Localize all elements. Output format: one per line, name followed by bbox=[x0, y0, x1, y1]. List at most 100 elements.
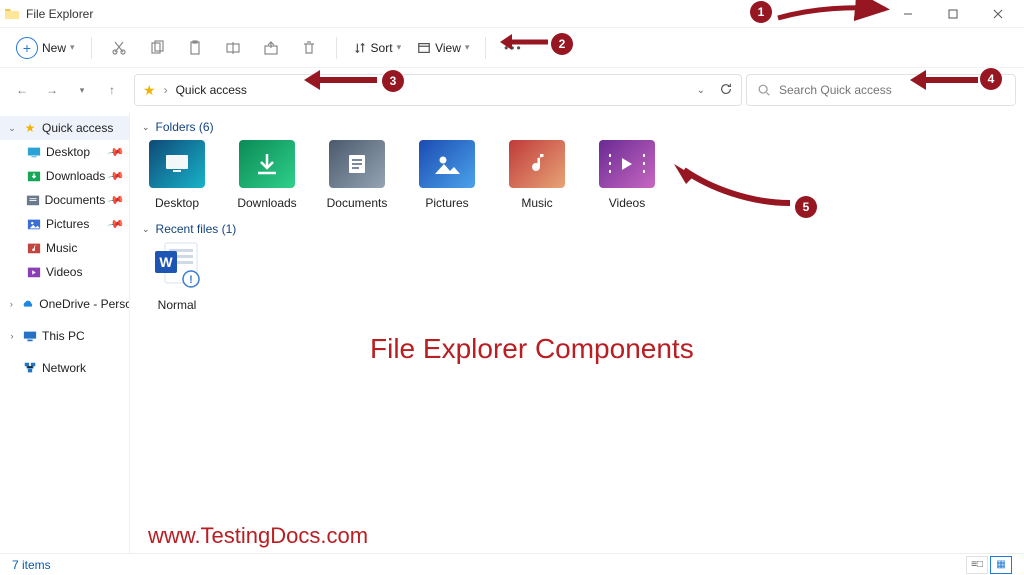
recent-chevron[interactable]: ▾ bbox=[68, 76, 96, 104]
breadcrumb[interactable]: Quick access bbox=[176, 83, 247, 97]
view-label: View bbox=[435, 41, 461, 55]
chevron-down-icon: ⌄ bbox=[142, 122, 150, 133]
large-icons-view-button[interactable]: ▦ bbox=[990, 556, 1012, 574]
videos-icon bbox=[26, 264, 42, 280]
navpane-quick-access[interactable]: ⌄ ★ Quick access bbox=[0, 116, 129, 140]
minimize-button[interactable] bbox=[885, 0, 930, 28]
annotation-watermark: www.TestingDocs.com bbox=[148, 523, 368, 549]
folders-grid: Desktop Downloads Documents Pictures bbox=[138, 140, 1016, 210]
navpane-pictures[interactable]: Pictures📌 bbox=[0, 212, 129, 236]
share-button[interactable] bbox=[254, 32, 288, 64]
navpane-item-label: Downloads bbox=[46, 169, 105, 183]
pictures-icon bbox=[419, 140, 475, 188]
status-text: 7 items bbox=[12, 558, 51, 572]
search-input[interactable] bbox=[779, 83, 1005, 97]
sort-label: Sort bbox=[371, 41, 393, 55]
group-header-folders[interactable]: ⌄ Folders (6) bbox=[142, 120, 1016, 134]
tile-label: Documents bbox=[327, 196, 388, 210]
refresh-button[interactable] bbox=[719, 82, 733, 99]
back-button[interactable]: ← bbox=[8, 76, 36, 104]
app-icon bbox=[4, 6, 20, 22]
word-doc-icon: W ! bbox=[149, 242, 205, 290]
maximize-button[interactable] bbox=[930, 0, 975, 28]
tile-label: Downloads bbox=[237, 196, 296, 210]
copy-button[interactable] bbox=[140, 32, 174, 64]
new-label: New bbox=[42, 41, 66, 55]
view-icon bbox=[417, 41, 431, 55]
sort-button[interactable]: Sort ▾ bbox=[347, 32, 408, 64]
chevron-down-icon: ▾ bbox=[70, 42, 75, 53]
address-bar[interactable]: ★ › Quick access ⌄ bbox=[134, 74, 742, 106]
group-title: Folders (6) bbox=[156, 120, 214, 134]
navpane-item-label: Desktop bbox=[46, 145, 90, 159]
tile-label: Videos bbox=[609, 196, 645, 210]
forward-button[interactable]: → bbox=[38, 76, 66, 104]
search-icon bbox=[757, 83, 771, 97]
details-view-button[interactable]: ≡□ bbox=[966, 556, 988, 574]
rename-button[interactable] bbox=[216, 32, 250, 64]
sort-icon bbox=[353, 41, 367, 55]
navpane-downloads[interactable]: Downloads📌 bbox=[0, 164, 129, 188]
chevron-down-icon: ▾ bbox=[397, 42, 402, 53]
documents-icon bbox=[26, 192, 41, 208]
up-button[interactable]: ↑ bbox=[98, 76, 126, 104]
tile-documents[interactable]: Documents bbox=[324, 140, 390, 210]
svg-text:W: W bbox=[159, 254, 173, 270]
documents-icon bbox=[329, 140, 385, 188]
cloud-icon bbox=[21, 296, 35, 312]
new-button[interactable]: + New ▾ bbox=[10, 32, 81, 64]
chevron-down-icon[interactable]: ⌄ bbox=[6, 123, 18, 134]
more-button[interactable]: ••• bbox=[496, 32, 530, 64]
tile-recent-normal[interactable]: W ! Normal bbox=[144, 242, 210, 312]
tile-videos[interactable]: Videos bbox=[594, 140, 660, 210]
tile-desktop[interactable]: Desktop bbox=[144, 140, 210, 210]
tile-label: Normal bbox=[158, 298, 197, 312]
navpane-desktop[interactable]: Desktop 📌 bbox=[0, 140, 129, 164]
music-icon bbox=[509, 140, 565, 188]
desktop-icon bbox=[149, 140, 205, 188]
pin-icon: 📌 bbox=[107, 167, 126, 186]
star-icon: ★ bbox=[22, 120, 38, 136]
navpane-network[interactable]: › Network bbox=[0, 356, 129, 380]
quick-access-label: Quick access bbox=[42, 121, 113, 135]
pin-icon: 📌 bbox=[107, 143, 126, 162]
navpane-item-label: Pictures bbox=[46, 217, 89, 231]
navpane-item-label: Documents bbox=[45, 193, 106, 207]
tile-pictures[interactable]: Pictures bbox=[414, 140, 480, 210]
navpane-documents[interactable]: Documents📌 bbox=[0, 188, 129, 212]
network-icon bbox=[22, 360, 38, 376]
cut-button[interactable] bbox=[102, 32, 136, 64]
navpane-videos[interactable]: Videos bbox=[0, 260, 129, 284]
delete-button[interactable] bbox=[292, 32, 326, 64]
navpane-music[interactable]: Music bbox=[0, 236, 129, 260]
title-bar: File Explorer bbox=[0, 0, 1024, 28]
address-chevron-icon[interactable]: ⌄ bbox=[697, 85, 705, 96]
navpane-item-label: This PC bbox=[42, 329, 85, 343]
search-box[interactable] bbox=[746, 74, 1016, 106]
group-title: Recent files (1) bbox=[156, 222, 237, 236]
tile-downloads[interactable]: Downloads bbox=[234, 140, 300, 210]
music-icon bbox=[26, 240, 42, 256]
window-title: File Explorer bbox=[26, 7, 93, 21]
paste-button[interactable] bbox=[178, 32, 212, 64]
navpane-thispc[interactable]: › This PC bbox=[0, 324, 129, 348]
pin-icon: 📌 bbox=[107, 191, 126, 210]
navigation-pane: ⌄ ★ Quick access Desktop 📌 Downloads📌 Doc… bbox=[0, 112, 130, 553]
tile-label: Music bbox=[521, 196, 552, 210]
navpane-item-label: OneDrive - Person bbox=[39, 297, 129, 311]
videos-icon bbox=[599, 140, 655, 188]
svg-text:!: ! bbox=[189, 274, 193, 286]
window-controls bbox=[885, 0, 1020, 28]
pictures-icon bbox=[26, 216, 42, 232]
thispc-icon bbox=[22, 328, 38, 344]
navpane-onedrive[interactable]: › OneDrive - Person bbox=[0, 292, 129, 316]
chevron-right-icon[interactable]: › bbox=[6, 331, 18, 341]
group-header-recent[interactable]: ⌄ Recent files (1) bbox=[142, 222, 1016, 236]
view-button[interactable]: View ▾ bbox=[411, 32, 475, 64]
tile-music[interactable]: Music bbox=[504, 140, 570, 210]
close-button[interactable] bbox=[975, 0, 1020, 28]
navpane-item-label: Network bbox=[42, 361, 86, 375]
chevron-right-icon[interactable]: › bbox=[6, 299, 17, 309]
command-toolbar: + New ▾ Sort ▾ View ▾ ••• bbox=[0, 28, 1024, 68]
navpane-item-label: Videos bbox=[46, 265, 82, 279]
